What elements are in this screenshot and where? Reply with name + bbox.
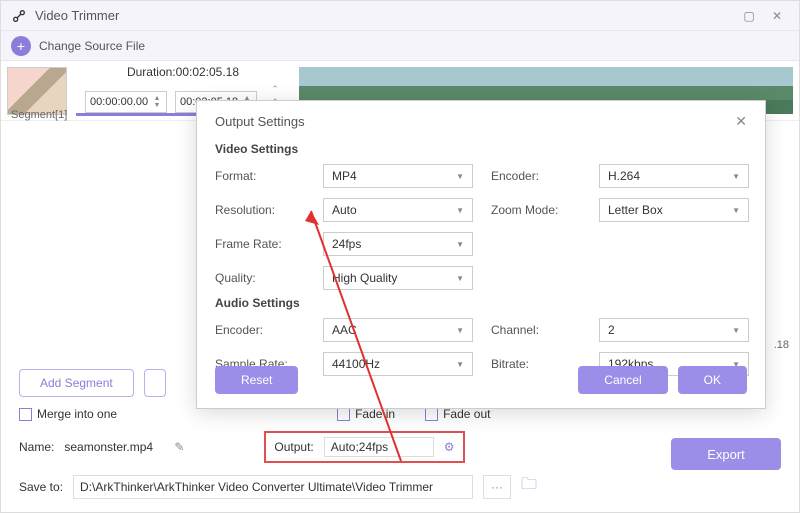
output-settings-gear-icon[interactable]: ⚙: [444, 440, 455, 454]
save-path-field[interactable]: D:\ArkThinker\ArkThinker Video Converter…: [73, 475, 473, 499]
cancel-button[interactable]: Cancel: [578, 366, 667, 394]
resolution-label: Resolution:: [215, 203, 305, 217]
reset-button[interactable]: Reset: [215, 366, 298, 394]
segment-label: Segment[1]: [11, 109, 67, 121]
add-source-button[interactable]: +: [11, 36, 31, 56]
resolution-select[interactable]: Auto: [323, 198, 473, 222]
encoder-a-select[interactable]: AAC: [323, 318, 473, 342]
dialog-title: Output Settings: [215, 114, 735, 129]
end-timestamp: .18: [774, 339, 789, 351]
zoom-label: Zoom Mode:: [491, 203, 581, 217]
duration-text: Duration:00:02:05.18: [127, 65, 239, 79]
encoder-v-label: Encoder:: [491, 169, 581, 183]
format-label: Format:: [215, 169, 305, 183]
secondary-button[interactable]: [144, 369, 166, 397]
time-up-icon[interactable]: ▲: [152, 95, 162, 102]
save-to-label: Save to:: [19, 480, 63, 494]
format-select[interactable]: MP4: [323, 164, 473, 188]
fade-out-checkbox[interactable]: Fade out: [425, 407, 490, 421]
output-highlight-box: Output: Auto;24fps ⚙: [264, 431, 464, 463]
output-settings-dialog: Output Settings ✕ Video Settings Format:…: [196, 100, 766, 409]
encoder-a-label: Encoder:: [215, 323, 305, 337]
edit-name-icon[interactable]: ✎: [174, 440, 184, 454]
fade-in-checkbox[interactable]: Fade in: [337, 407, 395, 421]
collapse-up-icon[interactable]: ⌃: [269, 83, 281, 95]
name-value: seamonster.mp4: [64, 440, 164, 454]
open-folder-icon[interactable]: 🗀: [521, 473, 537, 500]
close-button[interactable]: ✕: [765, 4, 789, 28]
start-time-input[interactable]: 00:00:00.00 ▲▼: [85, 91, 167, 113]
encoder-v-select[interactable]: H.264: [599, 164, 749, 188]
zoom-select[interactable]: Letter Box: [599, 198, 749, 222]
quality-select[interactable]: High Quality: [323, 266, 473, 290]
video-settings-heading: Video Settings: [215, 142, 747, 156]
change-source-label[interactable]: Change Source File: [39, 39, 145, 53]
app-logo-icon: [11, 8, 27, 24]
toolbar: + Change Source File: [1, 31, 799, 61]
window-title: Video Trimmer: [35, 8, 733, 23]
clip-thumbnail[interactable]: [7, 67, 67, 115]
minimize-button[interactable]: ▢: [737, 4, 761, 28]
dialog-close-icon[interactable]: ✕: [735, 113, 747, 130]
name-label: Name:: [19, 440, 54, 454]
framerate-select[interactable]: 24fps: [323, 232, 473, 256]
quality-label: Quality:: [215, 271, 305, 285]
framerate-label: Frame Rate:: [215, 237, 305, 251]
add-segment-button[interactable]: Add Segment: [19, 369, 134, 397]
channel-label: Channel:: [491, 323, 581, 337]
export-button[interactable]: Export: [671, 438, 781, 470]
channel-select[interactable]: 2: [599, 318, 749, 342]
ok-button[interactable]: OK: [678, 366, 747, 394]
output-label: Output:: [274, 440, 313, 454]
output-field[interactable]: Auto;24fps: [324, 437, 434, 457]
time-down-icon[interactable]: ▼: [152, 102, 162, 109]
browse-button[interactable]: ···: [483, 475, 511, 499]
merge-checkbox[interactable]: Merge into one: [19, 407, 117, 421]
audio-settings-heading: Audio Settings: [215, 296, 747, 310]
titlebar: Video Trimmer ▢ ✕: [1, 1, 799, 31]
